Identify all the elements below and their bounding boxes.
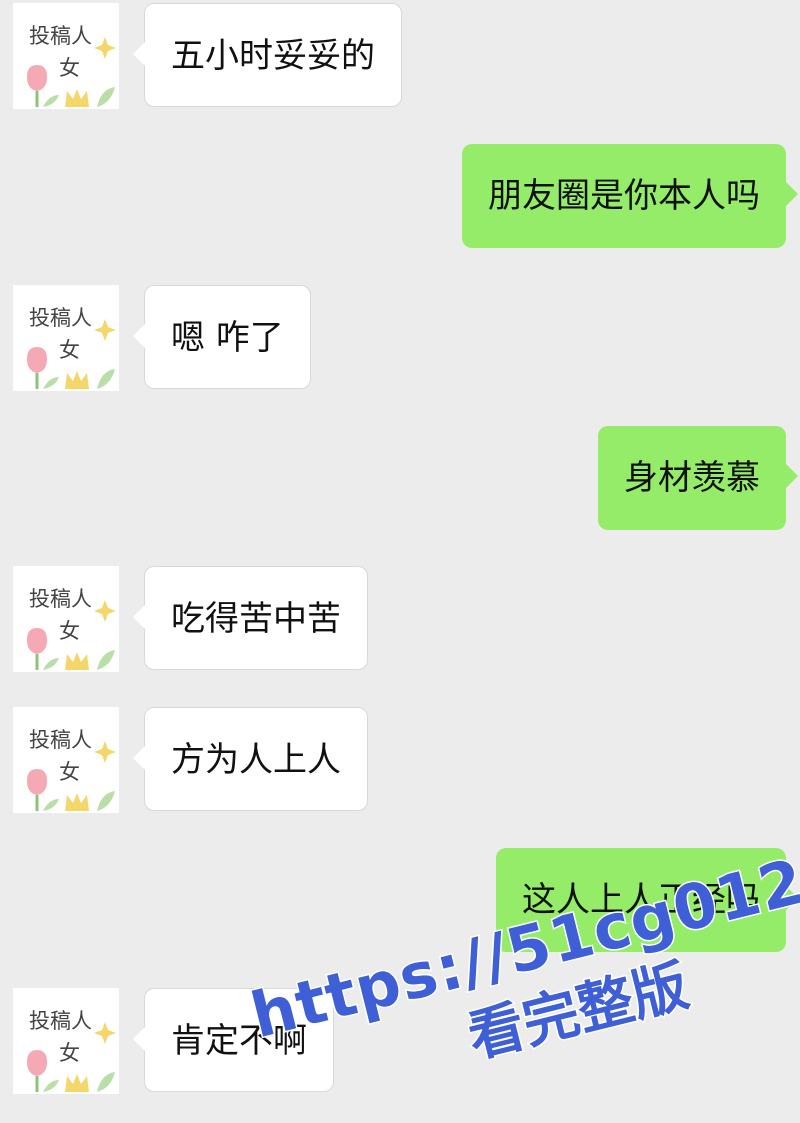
avatar[interactable]: 投稿人 女 (13, 707, 119, 813)
avatar[interactable]: 投稿人 女 (13, 285, 119, 391)
message-text: 身材羡慕 (624, 458, 760, 498)
message-bubble[interactable]: 嗯 咋了 (133, 285, 311, 389)
svg-text:女: 女 (59, 760, 80, 784)
avatar-sticker-icon: 投稿人 女 (27, 1009, 116, 1092)
avatar[interactable]: 投稿人 女 (13, 3, 119, 109)
avatar[interactable]: 投稿人 女 (13, 988, 119, 1094)
svg-text:投稿人: 投稿人 (29, 306, 92, 330)
message-text: 嗯 咋了 (171, 318, 284, 358)
avatar[interactable]: 投稿人 女 (13, 566, 119, 672)
avatar-sticker-icon: 投稿人 女 (27, 306, 116, 389)
svg-text:投稿人: 投稿人 (29, 24, 92, 48)
message-bubble[interactable]: 方为人上人 (133, 707, 368, 811)
avatar-sticker-icon: 投稿人 女 (27, 587, 116, 670)
svg-text:投稿人: 投稿人 (29, 1009, 92, 1033)
svg-text:女: 女 (59, 338, 80, 362)
message-text: 这人上人正经吗 (522, 880, 760, 920)
message-bubble[interactable]: 肯定不啊 (133, 988, 334, 1092)
avatar-sticker-icon: 投稿人 女 (27, 728, 116, 811)
message-text: 朋友圈是你本人吗 (488, 176, 760, 216)
svg-text:女: 女 (59, 1041, 80, 1065)
message-bubble[interactable]: 这人上人正经吗 (496, 848, 798, 952)
chat-area: 投稿人 女 五小时妥妥的 朋友圈是你本人吗 投稿人 女 嗯 咋了 身材羡慕 投稿… (0, 0, 800, 1120)
message-bubble[interactable]: 朋友圈是你本人吗 (462, 144, 798, 248)
svg-text:投稿人: 投稿人 (29, 728, 92, 752)
message-text: 方为人上人 (171, 740, 341, 780)
message-bubble[interactable]: 五小时妥妥的 (133, 3, 402, 107)
avatar-sticker-icon: 投稿人 女 (27, 24, 116, 107)
svg-text:女: 女 (59, 56, 80, 80)
message-bubble[interactable]: 吃得苦中苦 (133, 566, 368, 670)
message-text: 五小时妥妥的 (171, 36, 375, 76)
svg-text:女: 女 (59, 619, 80, 643)
message-bubble[interactable]: 身材羡慕 (598, 426, 798, 530)
message-text: 吃得苦中苦 (171, 599, 341, 639)
message-text: 肯定不啊 (171, 1021, 307, 1061)
svg-text:投稿人: 投稿人 (29, 587, 92, 611)
